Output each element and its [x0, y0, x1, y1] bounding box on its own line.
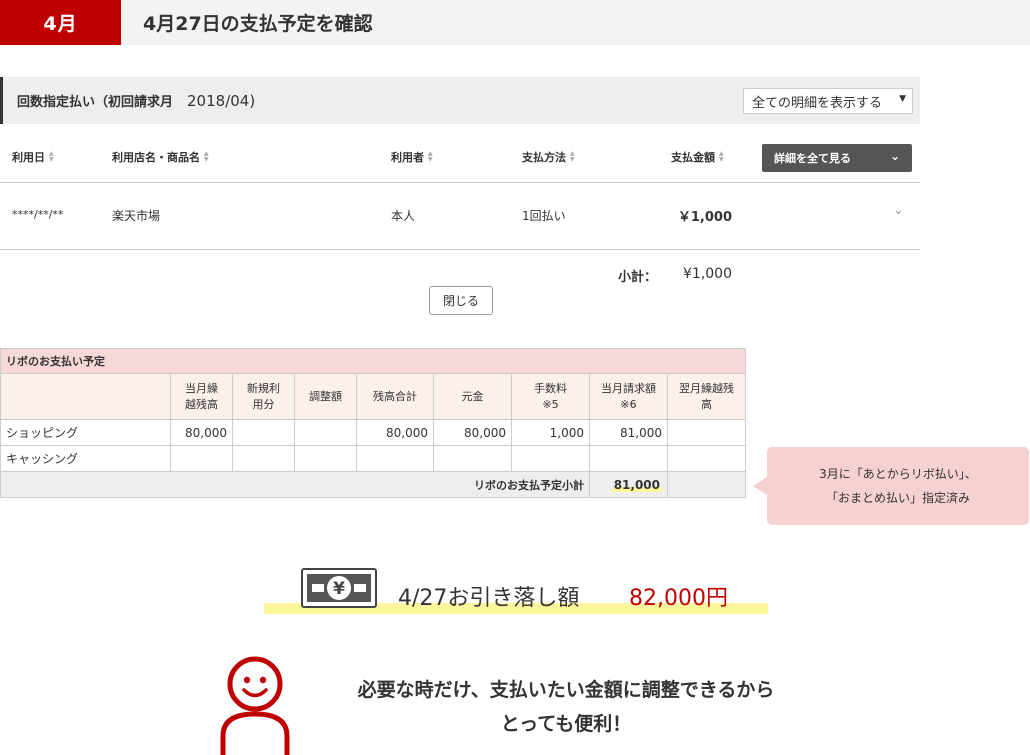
header-cell: 調整額	[294, 373, 357, 420]
revolving-table-header: 当月繰 越残高 新規利 用分 調整額 残高合計 元金 手数料 ※5 当月請求額 ※6 翌…	[0, 373, 747, 420]
table-cell	[294, 445, 357, 472]
yen-banknote-icon: ¥	[301, 568, 377, 608]
sort-icon: ▲ ▼	[49, 150, 54, 163]
benefit-message: 必要な時だけ、支払いたい金額に調整できるから とっても便利！	[296, 673, 836, 741]
table-cell	[433, 445, 512, 472]
table-cell	[589, 445, 668, 472]
row-user: 本人	[391, 209, 416, 223]
revolving-subtotal-label: リボのお支払予定小計	[0, 471, 590, 498]
column-header-amount[interactable]: 支払金額 ▲ ▼	[671, 149, 724, 165]
plan-label-text: 回数指定払い（初回請求月	[17, 95, 174, 110]
table-row: キャッシング	[0, 445, 747, 472]
revolving-note-callout: 3月に「あとからリボ払い」、 「おまとめ払い」指定済み	[753, 447, 1029, 525]
table-cell: 80,000	[356, 419, 434, 446]
revolving-payment-table: リボのお支払い予定 当月繰 越残高 新規利 用分 調整額 残高合計 元金 手数料 ※5…	[0, 348, 747, 498]
sort-icon: ▲ ▼	[570, 150, 575, 163]
column-header-user[interactable]: 利用者 ▲ ▼	[391, 149, 433, 165]
table-cell	[356, 445, 434, 472]
header-cell: 手数料 ※5	[511, 373, 590, 420]
row-expand-chevron-icon[interactable]: ⌄	[893, 203, 904, 218]
plan-start-month: 2018/04)	[187, 91, 256, 110]
dropdown-caret-icon: ▼	[899, 94, 906, 104]
month-badge: 4月	[0, 0, 121, 45]
table-row: ショッピング 80,000 80,000 80,000 1,000 81,000	[0, 419, 747, 446]
view-all-details-button[interactable]: 詳細を全て見る ⌄	[762, 144, 912, 172]
header-cell: 翌月繰越残高	[666, 373, 747, 420]
table-cell: 80,000	[170, 419, 233, 446]
table-cell: 81,000	[589, 419, 668, 446]
column-header-shop[interactable]: 利用店名・商品名 ▲ ▼	[112, 149, 209, 165]
person-icon	[220, 656, 290, 755]
page-header: 4月 4月27日の支払予定を確認	[0, 0, 1030, 45]
close-button[interactable]: 閉じる	[429, 286, 493, 315]
table-cell	[232, 419, 295, 446]
callout-line-2: 「おまとめ払い」指定済み	[825, 491, 970, 505]
revolving-subtotal-value: 81,000	[611, 477, 662, 492]
statement-filter-select[interactable]: 全ての明細を表示する ▼	[743, 88, 913, 114]
table-cell	[666, 445, 747, 472]
withdrawal-amount: 82,000円	[629, 586, 728, 611]
sort-icon: ▲ ▼	[719, 150, 724, 163]
statement-filter-value: 全ての明細を表示する	[752, 95, 883, 111]
plan-label: 回数指定払い（初回請求月 2018/04)	[17, 77, 255, 124]
payment-plan-bar: 回数指定払い（初回請求月 2018/04) 全ての明細を表示する ▼	[0, 77, 920, 124]
sort-icon: ▲ ▼	[204, 150, 209, 163]
table-cell: 80,000	[433, 419, 512, 446]
row-label: ショッピング	[0, 419, 171, 446]
row-shop: 楽天市場	[112, 209, 161, 223]
header-cell: 新規利 用分	[232, 373, 295, 420]
table-cell	[666, 471, 747, 498]
chevron-down-icon: ⌄	[889, 149, 900, 163]
row-date: ****/**/**	[12, 208, 64, 221]
page-title: 4月27日の支払予定を確認	[143, 13, 373, 35]
svg-text:¥: ¥	[333, 579, 345, 599]
withdrawal-label: 4/27お引き落し額	[398, 586, 580, 611]
sort-icon: ▲ ▼	[428, 150, 433, 163]
column-header-date[interactable]: 利用日 ▲ ▼	[12, 149, 54, 165]
revolving-table-title: リボのお支払い予定	[0, 348, 747, 374]
row-amount: ￥1,000	[677, 210, 732, 225]
header-cell: 残高合計	[356, 373, 434, 420]
table-cell	[170, 445, 233, 472]
table-cell	[666, 419, 747, 446]
table-cell: 1,000	[511, 419, 590, 446]
revolving-subtotal-cell: 81,000	[589, 471, 668, 498]
table-cell	[232, 445, 295, 472]
table-cell	[294, 419, 357, 446]
column-header-method[interactable]: 支払方法 ▲ ▼	[522, 149, 575, 165]
divider	[0, 182, 920, 183]
table-cell	[511, 445, 590, 472]
benefit-message-line-2: とっても便利！	[500, 713, 632, 735]
subtotal-value: ¥1,000	[683, 266, 732, 282]
row-label: キャッシング	[0, 445, 171, 472]
divider	[0, 249, 920, 250]
header-cell: 元金	[433, 373, 512, 420]
revolving-subtotal-row: リボのお支払予定小計 81,000	[0, 471, 747, 498]
callout-line-1: 3月に「あとからリボ払い」、	[819, 467, 977, 481]
benefit-message-line-1: 必要な時だけ、支払いたい金額に調整できるから	[357, 679, 775, 701]
row-method: 1回払い	[522, 209, 566, 223]
header-cell	[0, 373, 171, 420]
header-cell: 当月請求額 ※6	[589, 373, 668, 420]
header-cell: 当月繰 越残高	[170, 373, 233, 420]
